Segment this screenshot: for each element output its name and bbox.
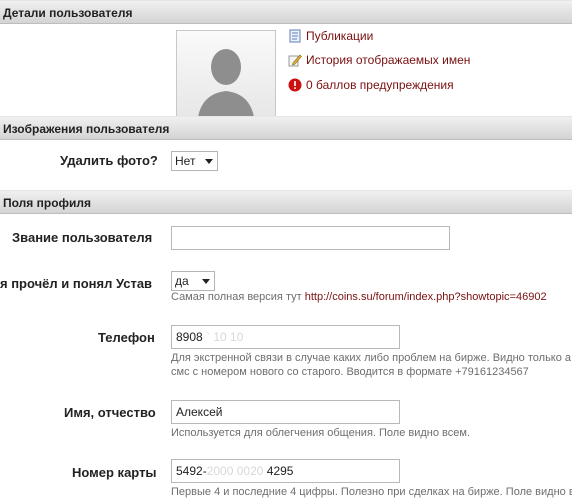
charter-label: я прочёл и понял Устав: [0, 276, 153, 291]
charter-select[interactable]: да: [171, 271, 215, 291]
avatar: [176, 30, 276, 130]
rank-input[interactable]: [171, 226, 450, 250]
document-icon: [288, 29, 302, 43]
charter-hint: Самая полная версия тут http://coins.su/…: [171, 289, 547, 305]
name-label: Имя, отчество: [64, 405, 156, 420]
card-hint: Первые 4 и последние 4 цифры. Полезно пр…: [171, 486, 572, 498]
card-value-masked: 2000 0020: [206, 464, 267, 478]
card-label: Номер карты: [72, 465, 157, 480]
charter-value: да: [175, 274, 189, 288]
publications-link[interactable]: Публикации: [306, 28, 373, 44]
section-header-profile-fields: Поля профиля: [0, 190, 572, 214]
phone-input[interactable]: 8908 ` 10 10: [171, 325, 400, 349]
avatar-placeholder-icon: [177, 31, 275, 129]
section-header-user-details: Детали пользователя: [0, 0, 572, 24]
rank-label: Звание пользователя: [12, 230, 153, 245]
phone-value: 8908: [176, 330, 207, 344]
card-value-prefix: 5492-: [176, 464, 207, 478]
warnings-link[interactable]: 0 баллов предупреждения: [306, 77, 454, 93]
name-history-link[interactable]: История отображаемых имен: [306, 52, 470, 68]
delete-photo-value: Нет: [175, 154, 196, 168]
charter-hint-text: Самая полная версия тут: [171, 291, 302, 303]
card-value-suffix: 4295: [266, 464, 294, 478]
charter-hint-link[interactable]: http://coins.su/forum/index.php?showtopi…: [305, 291, 547, 303]
section-header-user-images: Изображения пользователя: [0, 116, 572, 140]
card-input[interactable]: 5492-2000 0020 4295: [171, 459, 400, 483]
name-hint: Используется для облегчения общения. Пол…: [171, 427, 471, 439]
pencil-icon: [288, 53, 302, 67]
chevron-down-icon: [205, 159, 213, 164]
name-input[interactable]: Алексей: [171, 400, 400, 424]
warning-icon: [288, 78, 302, 92]
phone-value-masked: ` 10 10: [206, 330, 244, 344]
phone-label: Телефон: [98, 330, 155, 345]
phone-hint-line2: смс с номером нового со старого. Вводитс…: [171, 366, 529, 378]
delete-photo-select[interactable]: Нет: [171, 151, 218, 171]
chevron-down-icon: [202, 279, 210, 284]
delete-photo-label: Удалить фото?: [60, 153, 158, 168]
